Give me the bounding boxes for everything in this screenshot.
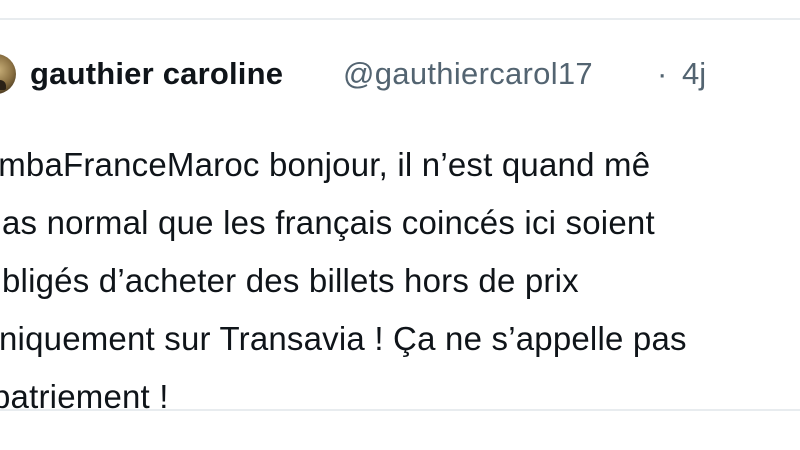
tweet-text-line: niquement sur Transavia ! Ça ne s’appell…	[0, 320, 687, 357]
timestamp[interactable]: 4j	[682, 56, 706, 92]
bottom-divider	[0, 409, 800, 411]
tweet-text-line: bligés d’acheter des billets hors de pri…	[2, 262, 579, 299]
user-handle[interactable]: @gauthiercarol17	[343, 56, 593, 92]
tweet-text-line: AmbaFranceMaroc bonjour, il n’est quand …	[0, 146, 651, 183]
header-separator: ·	[657, 56, 668, 91]
display-name[interactable]: gauthier caroline	[30, 56, 283, 92]
tweet-text-line: as normal que les français coincés ici s…	[2, 204, 655, 241]
avatar[interactable]	[0, 54, 16, 94]
screenshot: gauthier caroline @gauthiercarol17 · 4j …	[0, 0, 800, 450]
tweet-text-line: patriement !	[0, 378, 169, 415]
top-divider	[0, 18, 800, 20]
